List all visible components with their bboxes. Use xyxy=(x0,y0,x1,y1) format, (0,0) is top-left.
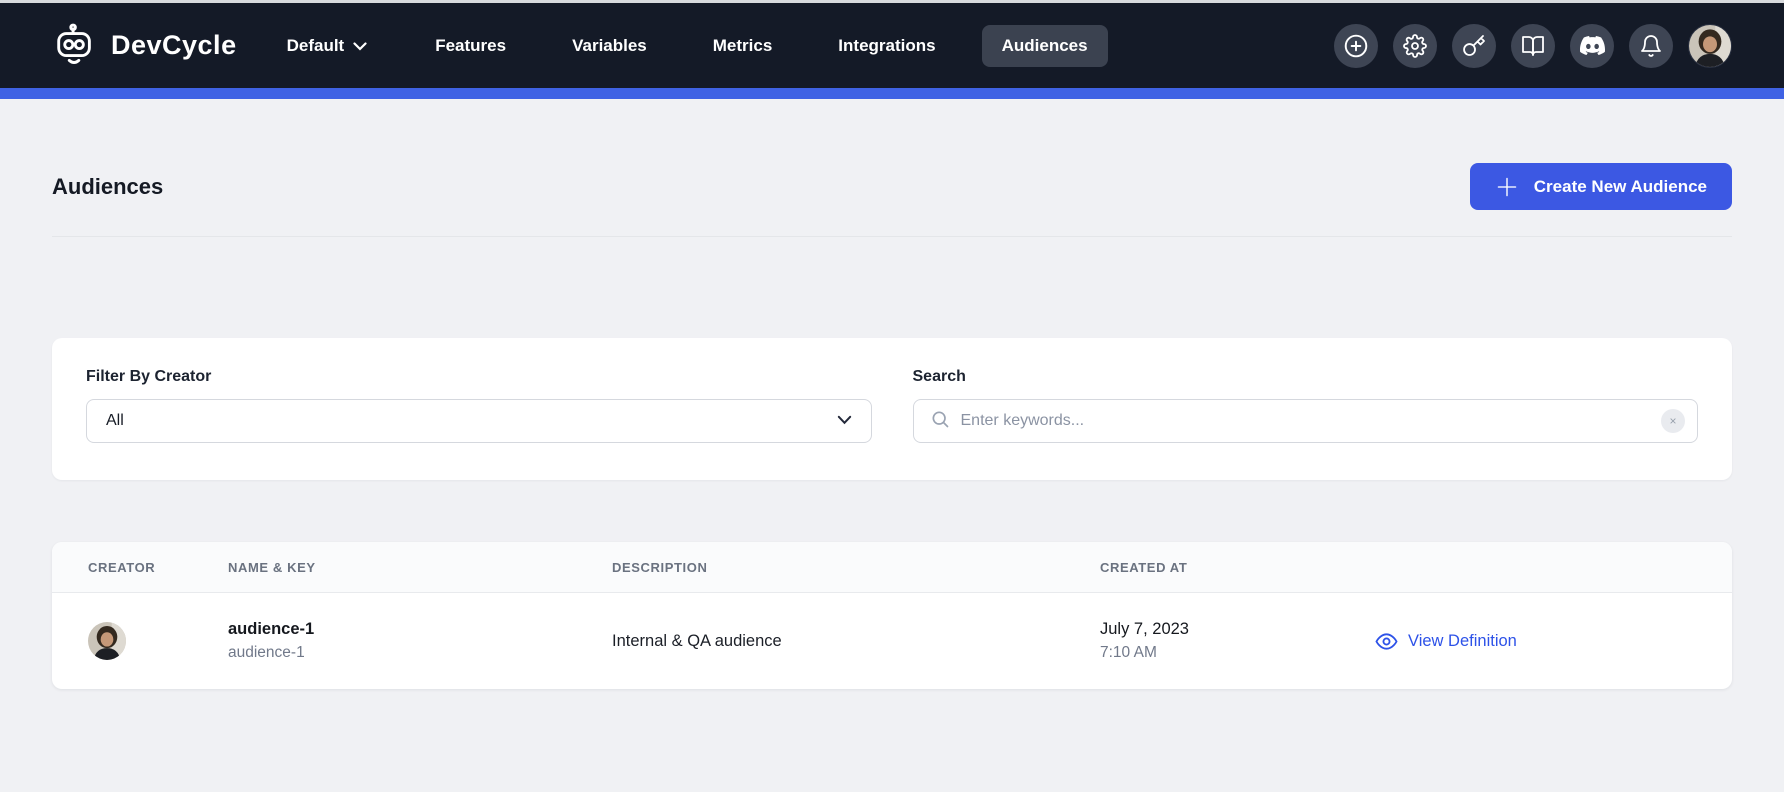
search-input[interactable] xyxy=(961,412,1651,430)
main-nav: Features Variables Metrics Integrations … xyxy=(415,25,1107,67)
creator-filter-value: All xyxy=(106,412,124,430)
plus-icon xyxy=(1495,175,1519,199)
gear-icon xyxy=(1403,34,1427,58)
audiences-table: Creator Name & Key Description Created A… xyxy=(52,542,1732,689)
create-new-audience-button[interactable]: Create New Audience xyxy=(1470,163,1732,210)
nav-item-features[interactable]: Features xyxy=(415,25,526,67)
column-header-description: Description xyxy=(612,560,1100,575)
search-box: × xyxy=(913,399,1699,443)
page-title: Audiences xyxy=(52,174,163,200)
creator-avatar xyxy=(88,622,126,660)
settings-button[interactable] xyxy=(1393,24,1437,68)
project-selector-dropdown[interactable]: Default xyxy=(287,36,368,56)
nav-item-integrations[interactable]: Integrations xyxy=(818,25,955,67)
api-keys-button[interactable] xyxy=(1452,24,1496,68)
audience-description: Internal & QA audience xyxy=(612,632,1100,651)
nav-item-variables[interactable]: Variables xyxy=(552,25,667,67)
key-icon xyxy=(1462,34,1486,58)
created-date: July 7, 2023 xyxy=(1100,620,1375,639)
column-header-name-key: Name & Key xyxy=(228,560,612,575)
filter-panel: Filter By Creator All Search × xyxy=(52,338,1732,480)
search-label: Search xyxy=(913,368,1699,386)
search-group: Search × xyxy=(913,368,1699,443)
view-definition-link[interactable]: View Definition xyxy=(1375,630,1732,653)
audience-name: audience-1 xyxy=(228,620,612,639)
add-circle-button[interactable] xyxy=(1334,24,1378,68)
plus-circle-icon xyxy=(1343,33,1369,59)
page-header: Audiences Create New Audience xyxy=(52,99,1732,237)
docs-button[interactable] xyxy=(1511,24,1555,68)
table-header-row: Creator Name & Key Description Created A… xyxy=(52,542,1732,593)
eye-icon xyxy=(1375,630,1398,653)
view-definition-label: View Definition xyxy=(1408,632,1517,651)
create-button-label: Create New Audience xyxy=(1534,177,1707,197)
top-navbar: DevCycle Default Features Variables Metr… xyxy=(0,3,1784,88)
user-avatar[interactable] xyxy=(1688,24,1732,68)
chevron-down-icon xyxy=(353,36,367,56)
discord-icon xyxy=(1580,33,1605,58)
audience-key: audience-1 xyxy=(228,644,612,662)
creator-filter-group: Filter By Creator All xyxy=(86,368,872,443)
book-open-icon xyxy=(1521,34,1545,58)
search-icon xyxy=(930,409,950,434)
project-selector-label: Default xyxy=(287,36,345,56)
column-header-created-at: Created At xyxy=(1100,560,1375,575)
column-header-creator: Creator xyxy=(88,560,228,575)
navbar-actions xyxy=(1334,24,1732,68)
accent-bar xyxy=(0,88,1784,99)
notifications-button[interactable] xyxy=(1629,24,1673,68)
creator-filter-label: Filter By Creator xyxy=(86,368,872,386)
discord-button[interactable] xyxy=(1570,24,1614,68)
created-time: 7:10 AM xyxy=(1100,644,1375,662)
nav-item-metrics[interactable]: Metrics xyxy=(693,25,793,67)
devcycle-logo[interactable]: DevCycle xyxy=(52,23,237,69)
nav-item-audiences[interactable]: Audiences xyxy=(982,25,1108,67)
chevron-down-icon xyxy=(837,412,852,430)
table-row: audience-1 audience-1 Internal & QA audi… xyxy=(52,593,1732,689)
creator-filter-select[interactable]: All xyxy=(86,399,872,443)
clear-search-button[interactable]: × xyxy=(1661,409,1685,433)
robot-logo-icon xyxy=(52,23,98,69)
bell-icon xyxy=(1639,34,1663,58)
logo-wordmark: DevCycle xyxy=(111,30,237,61)
